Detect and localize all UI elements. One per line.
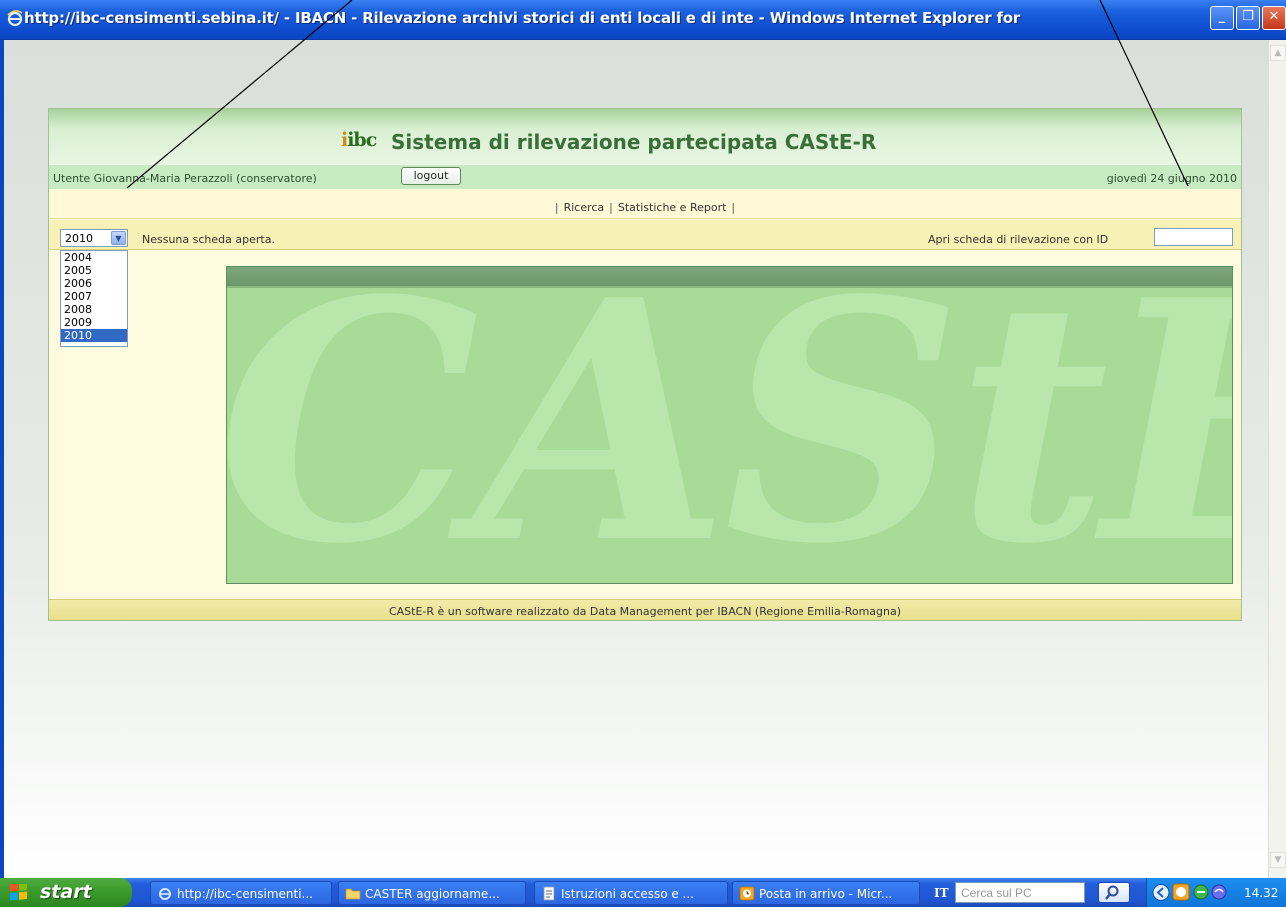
chevron-left-icon[interactable] xyxy=(1152,884,1170,901)
tray-icons xyxy=(1152,883,1227,901)
year-select[interactable]: 2010 ▼ xyxy=(60,229,128,247)
main-menu: | Ricerca | Statistiche e Report | xyxy=(49,189,1241,219)
taskbar-item-label: Posta in arrivo - Micr... xyxy=(759,887,893,901)
sheet-toolbar: 2010 ▼ Nessuna scheda aperta. Apri sched… xyxy=(49,220,1241,250)
scroll-up-icon[interactable]: ▲ xyxy=(1270,45,1286,61)
app-header: iibc Sistema di rilevazione partecipata … xyxy=(49,109,1241,165)
menu-statistiche-report[interactable]: Statistiche e Report xyxy=(618,201,727,214)
main-panel: CAStER xyxy=(226,266,1233,584)
menu-separator: | xyxy=(554,201,559,214)
year-select-value: 2010 xyxy=(65,232,93,245)
panel-body: CAStER xyxy=(227,286,1232,583)
document-icon xyxy=(543,886,555,901)
taskbar-item-label: CASTER aggiorname... xyxy=(365,887,500,901)
ibc-logo: iibc xyxy=(341,129,377,151)
window-title: http://ibc-censimenti.sebina.it/ - IBACN… xyxy=(24,9,1021,27)
start-button[interactable]: start xyxy=(0,878,132,907)
search-icon xyxy=(1105,885,1119,900)
clock-app-icon[interactable] xyxy=(1172,883,1190,901)
user-info: Utente Giovanna-Maria Perazzoli (conserv… xyxy=(53,172,317,185)
vertical-scrollbar[interactable]: ▲ ▼ xyxy=(1268,40,1286,878)
close-button[interactable]: ✕ xyxy=(1262,6,1286,30)
current-date: giovedì 24 giugno 2010 xyxy=(1106,172,1237,185)
user-bar: Utente Giovanna-Maria Perazzoli (conserv… xyxy=(49,165,1241,189)
year-option[interactable]: 2008 xyxy=(61,303,127,316)
minimize-button[interactable]: _ xyxy=(1210,6,1234,30)
volume-icon[interactable] xyxy=(1211,884,1227,900)
year-option[interactable]: 2004 xyxy=(61,251,127,264)
network-icon[interactable] xyxy=(1193,884,1209,900)
menu-ricerca[interactable]: Ricerca xyxy=(564,201,605,214)
year-dropdown-list[interactable]: 2004 2005 2006 2007 2008 2009 2010 xyxy=(60,250,128,347)
menu-separator: | xyxy=(609,201,613,214)
search-placeholder: Cerca sul PC xyxy=(961,886,1032,900)
sheet-id-input[interactable] xyxy=(1154,228,1233,246)
taskbar-clock: 14.32 xyxy=(1244,886,1279,900)
page-viewport: iibc Sistema di rilevazione partecipata … xyxy=(0,40,1268,878)
caster-watermark: CAStER xyxy=(227,286,1232,583)
app-footer: CAStE-R è un software realizzato da Data… xyxy=(49,599,1241,620)
folder-icon xyxy=(345,888,361,900)
taskbar-item-folder[interactable]: CASTER aggiorname... xyxy=(338,881,526,905)
open-sheet-label: Apri scheda di rilevazione con ID xyxy=(928,233,1109,246)
logo-text: ibc xyxy=(347,129,377,151)
logout-button[interactable]: logout xyxy=(401,167,461,185)
year-option[interactable]: 2006 xyxy=(61,277,127,290)
windows-logo-icon xyxy=(10,884,27,901)
taskbar-item-outlook[interactable]: Posta in arrivo - Micr... xyxy=(732,881,920,905)
year-option-selected[interactable]: 2010 xyxy=(61,329,127,342)
taskbar-item-document[interactable]: Istruzioni accesso e ... xyxy=(534,881,728,905)
year-option[interactable]: 2009 xyxy=(61,316,127,329)
taskbar-item-label: Istruzioni accesso e ... xyxy=(561,887,694,901)
search-button[interactable] xyxy=(1098,882,1130,903)
title-bar[interactable]: http://ibc-censimenti.sebina.it/ - IBACN… xyxy=(0,0,1286,40)
year-option[interactable]: 2007 xyxy=(61,290,127,303)
panel-header xyxy=(227,267,1232,286)
chevron-down-icon[interactable]: ▼ xyxy=(111,231,126,245)
menu-line: | Ricerca | Statistiche e Report | xyxy=(550,201,740,214)
ie-icon xyxy=(159,888,171,900)
scroll-down-icon[interactable]: ▼ xyxy=(1270,852,1286,868)
taskbar-item-ie[interactable]: http://ibc-censimenti... xyxy=(150,881,332,905)
no-sheet-status: Nessuna scheda aperta. xyxy=(142,233,275,246)
start-label: start xyxy=(40,881,92,903)
outlook-icon xyxy=(739,886,755,901)
language-indicator[interactable]: IT xyxy=(934,886,949,900)
desktop-search-input[interactable]: Cerca sul PC xyxy=(955,882,1085,903)
taskbar-item-label: http://ibc-censimenti... xyxy=(177,887,313,901)
footer-credit: CAStE-R è un software realizzato da Data… xyxy=(388,605,902,618)
browser-window: http://ibc-censimenti.sebina.it/ - IBACN… xyxy=(0,0,1286,878)
app-frame: iibc Sistema di rilevazione partecipata … xyxy=(48,108,1242,621)
app-title: Sistema di rilevazione partecipata CAStE… xyxy=(391,130,877,154)
maximize-button[interactable]: ❐ xyxy=(1236,6,1260,30)
year-option[interactable]: 2005 xyxy=(61,264,127,277)
ie-icon xyxy=(7,10,23,27)
taskbar: start http://ibc-censimenti... CASTER ag… xyxy=(0,878,1286,907)
menu-separator: | xyxy=(731,201,736,214)
